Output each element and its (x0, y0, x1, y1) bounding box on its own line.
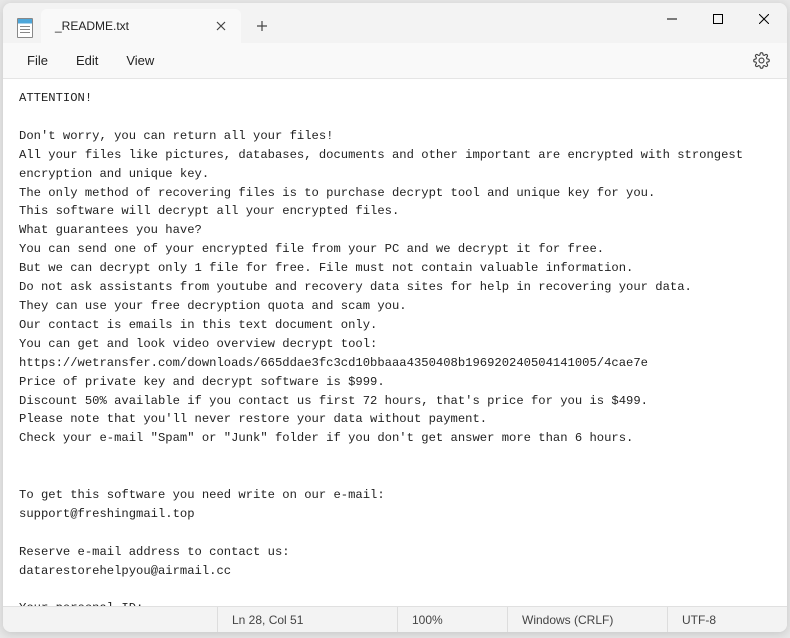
tab-readme[interactable]: _README.txt (41, 9, 241, 43)
notepad-app-icon (15, 17, 35, 39)
text-line: Reserve e-mail address to contact us: (19, 545, 290, 559)
statusbar: Ln 28, Col 51 100% Windows (CRLF) UTF-8 (3, 606, 787, 632)
status-line-ending: Windows (CRLF) (507, 607, 667, 632)
text-line: Our contact is emails in this text docum… (19, 318, 377, 332)
text-line: datarestorehelpyou@airmail.cc (19, 564, 231, 578)
menu-file[interactable]: File (13, 47, 62, 74)
maximize-button[interactable] (695, 3, 741, 35)
text-line: You can get and look video overview decr… (19, 337, 377, 351)
text-line: You can send one of your encrypted file … (19, 242, 604, 256)
text-line: support@freshingmail.top (19, 507, 195, 521)
minimize-button[interactable] (649, 3, 695, 35)
text-line: Price of private key and decrypt softwar… (19, 375, 385, 389)
text-line: But we can decrypt only 1 file for free.… (19, 261, 633, 275)
text-line: The only method of recovering files is t… (19, 186, 655, 200)
menu-view[interactable]: View (112, 47, 168, 74)
status-zoom[interactable]: 100% (397, 607, 507, 632)
text-line: What guarantees you have? (19, 223, 202, 237)
text-editor-content[interactable]: ATTENTION! Don't worry, you can return a… (3, 79, 787, 606)
status-encoding: UTF-8 (667, 607, 787, 632)
text-line: https://wetransfer.com/downloads/665ddae… (19, 356, 648, 370)
text-line: Discount 50% available if you contact us… (19, 394, 648, 408)
gear-icon (753, 52, 770, 69)
text-line: Please note that you'll never restore yo… (19, 412, 487, 426)
text-line: This software will decrypt all your encr… (19, 204, 399, 218)
text-line: Check your e-mail "Spam" or "Junk" folde… (19, 431, 633, 445)
text-line: All your files like pictures, databases,… (19, 148, 750, 181)
new-tab-button[interactable] (247, 11, 277, 41)
status-position: Ln 28, Col 51 (217, 607, 397, 632)
titlebar: _README.txt (3, 3, 787, 43)
settings-button[interactable] (745, 45, 777, 77)
close-window-button[interactable] (741, 3, 787, 35)
close-tab-icon[interactable] (211, 16, 231, 36)
status-spacer (3, 607, 217, 632)
text-line: ATTENTION! (19, 91, 92, 105)
tab-title: _README.txt (55, 19, 203, 33)
window-controls (649, 3, 787, 35)
text-line: To get this software you need write on o… (19, 488, 385, 502)
tab-area: _README.txt (3, 3, 649, 43)
menu-edit[interactable]: Edit (62, 47, 112, 74)
text-line: Do not ask assistants from youtube and r… (19, 280, 692, 294)
text-line: They can use your free decryption quota … (19, 299, 407, 313)
notepad-window: _README.txt File Edit View (3, 3, 787, 632)
text-line: Don't worry, you can return all your fil… (19, 129, 334, 143)
menubar: File Edit View (3, 43, 787, 79)
